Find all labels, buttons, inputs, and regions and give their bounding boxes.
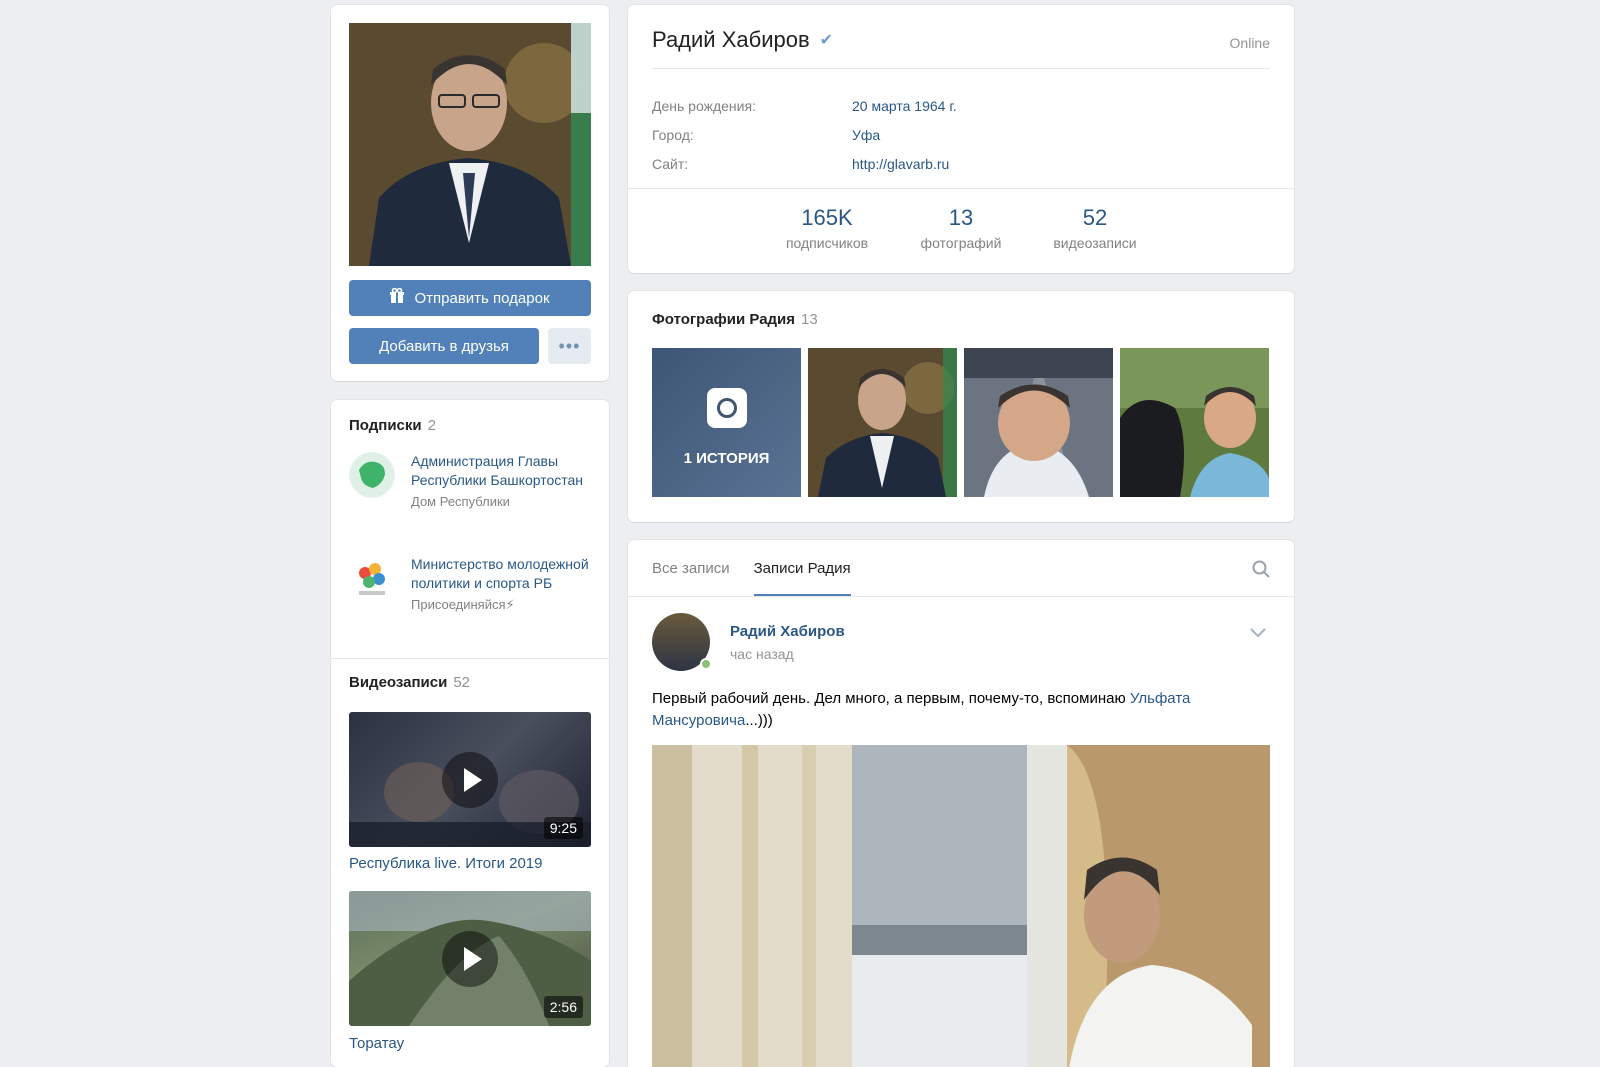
subscription-desc: Дом Республики [411,494,510,509]
counter-label: подписчиков [785,235,869,251]
profile-counters: 165K подписчиков 13 фотографий 52 видеоз… [628,205,1294,251]
story-label: 1 ИСТОРИЯ [683,450,770,467]
info-label: День рождения: [652,98,756,114]
video-duration: 9:25 [543,817,583,839]
info-row-birthday: День рождения: 20 марта 1964 г. [652,98,957,114]
photos-count: 13 [801,311,818,328]
camera-icon [707,388,747,428]
header-divider [652,68,1270,69]
verified-icon[interactable]: ✔ [820,30,833,50]
videos-count: 52 [453,674,471,691]
profile-name-row: Радий Хабиров ✔ [652,27,833,53]
counter-followers[interactable]: 165K подписчиков [777,205,877,251]
post-time[interactable]: час назад [730,646,794,662]
videos-title: Видеозаписи [349,674,448,691]
sidebar-card: Подписки 2 Администрация Главы Республики… [331,400,609,1067]
subscription-desc: Присоединяйся⚡ [411,597,515,612]
subscriptions-count: 2 [427,417,436,434]
info-row-site: Сайт: http://glavarb.ru [652,156,949,172]
photo-thumbnail[interactable] [1120,348,1269,497]
profile-info-card: Радий Хабиров ✔ Online День рождения: 20… [628,5,1294,273]
post-text: Первый рабочий день. Дел много, а первым… [652,688,1262,732]
play-icon[interactable] [442,751,498,808]
videos-header[interactable]: Видеозаписи 52 [349,674,470,691]
send-gift-label: Отправить подарок [414,289,550,307]
video-duration: 2:56 [543,996,583,1018]
subscriptions-title: Подписки [349,417,422,434]
subscription-name[interactable]: Администрация Главы Республики Башкортос… [411,452,599,490]
counters-divider [628,188,1294,189]
wall-card: Все записи Записи Радия Радий Хабиров ча… [628,540,1294,1067]
subscription-item[interactable]: Администрация Главы Республики Башкортос… [349,452,599,509]
online-indicator-icon [700,658,712,670]
info-value[interactable]: http://glavarb.ru [852,156,949,172]
photos-header[interactable]: Фотографии Радия 13 [652,311,818,328]
wall-tabs: Все записи Записи Радия [652,540,851,596]
tab-own-posts[interactable]: Записи Радия [753,540,851,596]
counter-value: 13 [948,205,974,230]
add-friend-button[interactable]: Добавить в друзья [349,328,539,364]
ministry-logo-icon [349,555,395,601]
photo-thumbnail[interactable] [808,348,957,497]
video-thumbnail[interactable]: 2:56 [349,891,591,1026]
profile-name: Радий Хабиров [652,27,810,52]
post-text-body: Первый рабочий день. Дел много, а первым… [652,690,1130,707]
post-author[interactable]: Радий Хабиров [730,623,845,640]
counter-label: фотографий [920,235,1002,251]
counter-videos[interactable]: 52 видеозаписи [1045,205,1145,251]
section-divider [331,658,609,659]
tab-all-posts[interactable]: Все записи [652,540,730,596]
play-icon[interactable] [442,930,498,987]
info-value[interactable]: 20 марта 1964 г. [852,98,957,114]
video-title[interactable]: Республика live. Итоги 2019 [349,855,542,872]
counter-photos[interactable]: 13 фотографий [911,205,1011,251]
post-image[interactable] [652,745,1270,1067]
post-text-end: ...))) [745,712,773,729]
counter-value: 52 [1082,205,1108,230]
counter-label: видеозаписи [1053,235,1137,251]
video-thumbnail[interactable]: 9:25 [349,712,591,847]
online-status: Online [1229,35,1270,51]
subscription-name[interactable]: Министерство молодежной политики и спорт… [411,555,599,593]
story-tile[interactable]: 1 ИСТОРИЯ [652,348,801,497]
photos-card: Фотографии Радия 13 1 ИСТОРИЯ [628,291,1294,522]
photo-thumbnail[interactable] [964,348,1113,497]
chevron-down-icon[interactable] [1250,622,1266,643]
info-value[interactable]: Уфа [852,127,880,143]
info-row-city: Город: Уфа [652,127,880,143]
bashkortostan-map-icon [349,452,395,498]
search-icon[interactable] [1252,560,1270,578]
gift-icon [390,287,405,308]
subscription-item[interactable]: Министерство молодежной политики и спорт… [349,555,599,613]
more-actions-button[interactable]: ••• [548,328,591,364]
send-gift-button[interactable]: Отправить подарок [349,280,591,316]
profile-avatar-card: Отправить подарок Добавить в друзья ••• [331,5,609,381]
profile-photo[interactable] [349,23,591,266]
subscriptions-header[interactable]: Подписки 2 [349,417,436,434]
photos-title: Фотографии Радия [652,311,796,328]
counter-value: 165K [801,205,853,230]
info-label: Город: [652,127,694,143]
info-label: Сайт: [652,156,689,172]
video-title[interactable]: Торатау [349,1035,404,1052]
tabs-divider [628,596,1294,597]
